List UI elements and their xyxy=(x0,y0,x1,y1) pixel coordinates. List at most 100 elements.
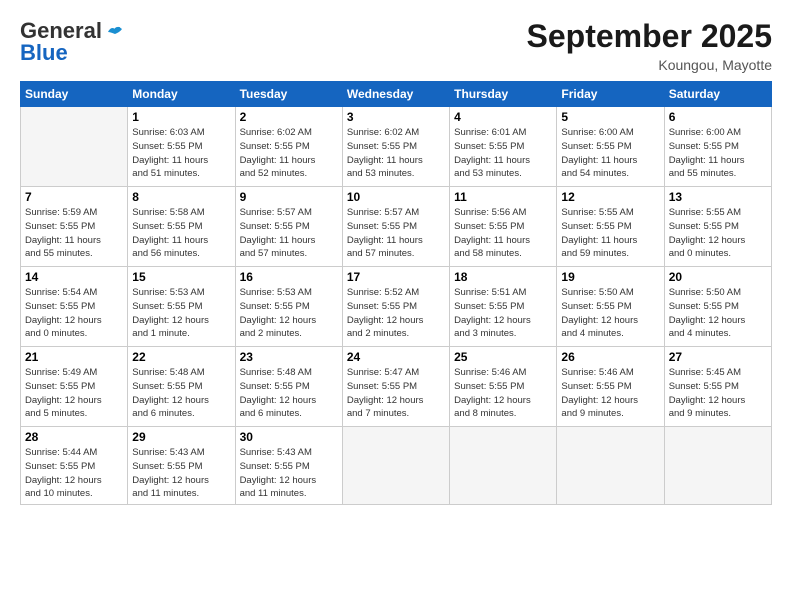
th-sunday: Sunday xyxy=(21,82,128,107)
day-info: Sunrise: 6:01 AMSunset: 5:55 PMDaylight:… xyxy=(454,126,552,181)
day-info: Sunrise: 5:57 AMSunset: 5:55 PMDaylight:… xyxy=(347,206,445,261)
day-info: Sunrise: 6:00 AMSunset: 5:55 PMDaylight:… xyxy=(669,126,767,181)
day-number: 1 xyxy=(132,110,230,124)
calendar-cell: 1 Sunrise: 6:03 AMSunset: 5:55 PMDaylight… xyxy=(128,107,235,187)
day-number: 25 xyxy=(454,350,552,364)
day-number: 28 xyxy=(25,430,123,444)
day-info: Sunrise: 5:51 AMSunset: 5:55 PMDaylight:… xyxy=(454,286,552,341)
day-info: Sunrise: 5:57 AMSunset: 5:55 PMDaylight:… xyxy=(240,206,338,261)
logo: General Blue xyxy=(20,18,124,66)
day-info: Sunrise: 5:53 AMSunset: 5:55 PMDaylight:… xyxy=(240,286,338,341)
day-info: Sunrise: 5:59 AMSunset: 5:55 PMDaylight:… xyxy=(25,206,123,261)
day-info: Sunrise: 5:49 AMSunset: 5:55 PMDaylight:… xyxy=(25,366,123,421)
calendar-cell: 6Sunrise: 6:00 AMSunset: 5:55 PMDaylight… xyxy=(664,107,771,187)
th-saturday: Saturday xyxy=(664,82,771,107)
day-number: 8 xyxy=(132,190,230,204)
th-wednesday: Wednesday xyxy=(342,82,449,107)
day-info: Sunrise: 5:50 AMSunset: 5:55 PMDaylight:… xyxy=(561,286,659,341)
calendar-cell xyxy=(21,107,128,187)
day-number: 9 xyxy=(240,190,338,204)
week-row-2: 7 Sunrise: 5:59 AMSunset: 5:55 PMDaylight… xyxy=(21,187,772,267)
calendar-cell: 2Sunrise: 6:02 AMSunset: 5:55 PMDaylight… xyxy=(235,107,342,187)
calendar-cell: 5Sunrise: 6:00 AMSunset: 5:55 PMDaylight… xyxy=(557,107,664,187)
header: General Blue September 2025 Koungou, May… xyxy=(20,18,772,73)
day-number: 26 xyxy=(561,350,659,364)
calendar-cell: 8 Sunrise: 5:58 AMSunset: 5:55 PMDaylight… xyxy=(128,187,235,267)
day-number: 2 xyxy=(240,110,338,124)
day-info: Sunrise: 5:50 AMSunset: 5:55 PMDaylight:… xyxy=(669,286,767,341)
calendar-cell: 14Sunrise: 5:54 AMSunset: 5:55 PMDayligh… xyxy=(21,267,128,347)
calendar-cell: 23Sunrise: 5:48 AMSunset: 5:55 PMDayligh… xyxy=(235,347,342,427)
day-info: Sunrise: 5:46 AMSunset: 5:55 PMDaylight:… xyxy=(454,366,552,421)
calendar-cell: 20 Sunrise: 5:50 AMSunset: 5:55 PMDayligh… xyxy=(664,267,771,347)
month-title: September 2025 xyxy=(527,18,772,55)
calendar-cell: 25 Sunrise: 5:46 AMSunset: 5:55 PMDayligh… xyxy=(450,347,557,427)
calendar-cell xyxy=(342,427,449,505)
day-number: 18 xyxy=(454,270,552,284)
day-number: 11 xyxy=(454,190,552,204)
day-info: Sunrise: 5:45 AMSunset: 5:55 PMDaylight:… xyxy=(669,366,767,421)
calendar-cell: 29 Sunrise: 5:43 AMSunset: 5:55 PMDayligh… xyxy=(128,427,235,505)
calendar-cell xyxy=(557,427,664,505)
calendar: Sunday Monday Tuesday Wednesday Thursday… xyxy=(20,81,772,505)
logo-blue: Blue xyxy=(20,40,68,66)
day-info: Sunrise: 5:54 AMSunset: 5:55 PMDaylight:… xyxy=(25,286,123,341)
week-row-3: 14Sunrise: 5:54 AMSunset: 5:55 PMDayligh… xyxy=(21,267,772,347)
day-number: 21 xyxy=(25,350,123,364)
day-number: 23 xyxy=(240,350,338,364)
day-number: 29 xyxy=(132,430,230,444)
day-info: Sunrise: 5:52 AMSunset: 5:55 PMDaylight:… xyxy=(347,286,445,341)
week-row-1: 1 Sunrise: 6:03 AMSunset: 5:55 PMDaylight… xyxy=(21,107,772,187)
calendar-cell: 13 Sunrise: 5:55 AMSunset: 5:55 PMDayligh… xyxy=(664,187,771,267)
calendar-cell: 21 Sunrise: 5:49 AMSunset: 5:55 PMDayligh… xyxy=(21,347,128,427)
th-thursday: Thursday xyxy=(450,82,557,107)
weekday-header-row: Sunday Monday Tuesday Wednesday Thursday… xyxy=(21,82,772,107)
day-number: 20 xyxy=(669,270,767,284)
calendar-cell xyxy=(664,427,771,505)
day-number: 7 xyxy=(25,190,123,204)
day-number: 13 xyxy=(669,190,767,204)
day-info: Sunrise: 6:03 AMSunset: 5:55 PMDaylight:… xyxy=(132,126,230,181)
calendar-cell: 7 Sunrise: 5:59 AMSunset: 5:55 PMDaylight… xyxy=(21,187,128,267)
day-number: 22 xyxy=(132,350,230,364)
calendar-cell: 26Sunrise: 5:46 AMSunset: 5:55 PMDayligh… xyxy=(557,347,664,427)
calendar-cell: 12 Sunrise: 5:55 AMSunset: 5:55 PMDayligh… xyxy=(557,187,664,267)
calendar-cell: 18 Sunrise: 5:51 AMSunset: 5:55 PMDayligh… xyxy=(450,267,557,347)
calendar-cell: 30 Sunrise: 5:43 AMSunset: 5:55 PMDayligh… xyxy=(235,427,342,505)
calendar-cell: 11 Sunrise: 5:56 AMSunset: 5:55 PMDayligh… xyxy=(450,187,557,267)
day-number: 12 xyxy=(561,190,659,204)
day-number: 19 xyxy=(561,270,659,284)
calendar-cell: 9 Sunrise: 5:57 AMSunset: 5:55 PMDaylight… xyxy=(235,187,342,267)
day-info: Sunrise: 6:02 AMSunset: 5:55 PMDaylight:… xyxy=(347,126,445,181)
day-number: 27 xyxy=(669,350,767,364)
calendar-cell: 27 Sunrise: 5:45 AMSunset: 5:55 PMDayligh… xyxy=(664,347,771,427)
calendar-cell: 19 Sunrise: 5:50 AMSunset: 5:55 PMDayligh… xyxy=(557,267,664,347)
day-info: Sunrise: 5:47 AMSunset: 5:55 PMDaylight:… xyxy=(347,366,445,421)
day-info: Sunrise: 5:56 AMSunset: 5:55 PMDaylight:… xyxy=(454,206,552,261)
day-number: 15 xyxy=(132,270,230,284)
calendar-cell: 4 Sunrise: 6:01 AMSunset: 5:55 PMDaylight… xyxy=(450,107,557,187)
title-block: September 2025 Koungou, Mayotte xyxy=(527,18,772,73)
day-info: Sunrise: 5:43 AMSunset: 5:55 PMDaylight:… xyxy=(132,446,230,501)
page: General Blue September 2025 Koungou, May… xyxy=(0,0,792,612)
day-info: Sunrise: 5:44 AMSunset: 5:55 PMDaylight:… xyxy=(25,446,123,501)
calendar-cell xyxy=(450,427,557,505)
calendar-cell: 3Sunrise: 6:02 AMSunset: 5:55 PMDaylight… xyxy=(342,107,449,187)
day-info: Sunrise: 5:43 AMSunset: 5:55 PMDaylight:… xyxy=(240,446,338,501)
calendar-cell: 17 Sunrise: 5:52 AMSunset: 5:55 PMDayligh… xyxy=(342,267,449,347)
logo-bird-icon xyxy=(106,24,124,38)
day-info: Sunrise: 5:55 AMSunset: 5:55 PMDaylight:… xyxy=(669,206,767,261)
day-number: 17 xyxy=(347,270,445,284)
week-row-5: 28 Sunrise: 5:44 AMSunset: 5:55 PMDayligh… xyxy=(21,427,772,505)
day-number: 5 xyxy=(561,110,659,124)
day-number: 10 xyxy=(347,190,445,204)
day-info: Sunrise: 5:55 AMSunset: 5:55 PMDaylight:… xyxy=(561,206,659,261)
calendar-cell: 24Sunrise: 5:47 AMSunset: 5:55 PMDayligh… xyxy=(342,347,449,427)
calendar-cell: 16Sunrise: 5:53 AMSunset: 5:55 PMDayligh… xyxy=(235,267,342,347)
calendar-cell: 15 Sunrise: 5:53 AMSunset: 5:55 PMDayligh… xyxy=(128,267,235,347)
day-number: 4 xyxy=(454,110,552,124)
day-number: 30 xyxy=(240,430,338,444)
calendar-cell: 28 Sunrise: 5:44 AMSunset: 5:55 PMDayligh… xyxy=(21,427,128,505)
day-info: Sunrise: 5:53 AMSunset: 5:55 PMDaylight:… xyxy=(132,286,230,341)
day-info: Sunrise: 5:58 AMSunset: 5:55 PMDaylight:… xyxy=(132,206,230,261)
